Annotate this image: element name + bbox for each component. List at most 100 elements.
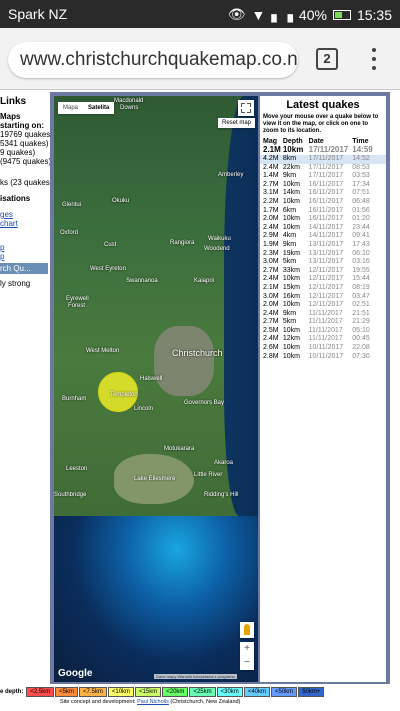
map-label: Templeton: [110, 392, 138, 398]
quake-time: 07:51: [352, 189, 370, 197]
legend-items: <2.5km <5km <7.5km <10km <15km <20km <25km <30k…: [26, 687, 325, 697]
quake-row[interactable]: 2.1M 10km 17/11/2017 14:59: [260, 145, 386, 155]
sidebar-line: (9475 quakes): [0, 157, 50, 166]
map-label: Rangiora: [170, 240, 195, 246]
quake-row[interactable]: 2.8M 10km 10/11/2017 07:30: [260, 353, 386, 362]
map-label: Eyrewell: [66, 296, 89, 302]
quake-mag: 3.0M: [263, 292, 279, 300]
quake-date: 10/11/2017: [308, 344, 344, 352]
google-logo: Google: [58, 668, 93, 679]
quake-depth: 10km: [282, 197, 300, 205]
legend-swatch: <5km: [55, 687, 79, 697]
quake-row[interactable]: 2.4M 9km 11/11/2017 21:51: [260, 310, 386, 319]
map-label: Glentui: [62, 202, 82, 208]
map-label: West Eyreton: [90, 266, 126, 272]
sidebar-line: 9 quakes): [0, 148, 36, 157]
quake-row[interactable]: 3.0M 5km 13/11/2017 03:16: [260, 258, 386, 267]
quake-row[interactable]: 2.7M 5km 11/11/2017 21:29: [260, 318, 386, 327]
quake-mag: 2.1M: [263, 283, 279, 291]
quake-time: 08:53: [352, 163, 370, 171]
quake-time: 14:52: [352, 155, 370, 162]
quake-row[interactable]: 2.6M 10km 10/11/2017 22:08: [260, 344, 386, 353]
tab-switcher-button[interactable]: 2: [316, 48, 338, 70]
quake-date: 12/11/2017: [308, 301, 344, 309]
legend-swatch: <25km: [189, 687, 216, 697]
map-label: Lake Ellesmere: [134, 476, 176, 482]
quake-time: 07:30: [352, 352, 370, 360]
quake-row[interactable]: 3.0M 16km 12/11/2017 03:47: [260, 293, 386, 302]
quake-mag: 2.3M: [263, 249, 279, 257]
sidebar-line[interactable]: ges: [0, 210, 13, 219]
zoom-out-button[interactable]: −: [240, 656, 254, 670]
legend-swatch: <30km: [216, 687, 243, 697]
map-label: West Melton: [86, 348, 120, 354]
legend-swatch: <10km: [107, 687, 135, 697]
map-label: Amberley: [218, 172, 244, 178]
menu-dots-icon[interactable]: [368, 46, 380, 72]
quake-mag: 3.1M: [263, 189, 279, 197]
quake-mag: 3.0M: [263, 258, 279, 266]
quake-row[interactable]: 1.4M 9km 17/11/2017 03:53: [260, 172, 386, 181]
quake-time: 21:51: [352, 309, 370, 317]
quake-time: 23:44: [352, 223, 370, 231]
quake-mag: 2.5M: [263, 326, 279, 334]
quake-time: 06:48: [352, 197, 370, 205]
quake-row[interactable]: 2.0M 10km 16/11/2017 01:20: [260, 215, 386, 224]
quake-row[interactable]: 2.4M 22km 17/11/2017 08:53: [260, 164, 386, 173]
quake-row[interactable]: 2.1M 15km 12/11/2017 08:19: [260, 284, 386, 293]
map-sea-south: [54, 516, 258, 682]
credit-author-link[interactable]: Paul Nicholls: [137, 699, 169, 705]
quake-row[interactable]: 2.2M 10km 16/11/2017 06:48: [260, 198, 386, 207]
quake-mag: 2.2M: [263, 197, 279, 205]
pegman-icon[interactable]: [240, 622, 254, 638]
quake-map[interactable]: Macdonald Downs Amberley Glentui Okuku O…: [54, 96, 258, 682]
quake-row[interactable]: 2.0M 10km 12/11/2017 02:51: [260, 301, 386, 310]
quake-depth: 10km: [282, 180, 300, 188]
header-date: Date: [308, 138, 324, 145]
quake-time: 06:10: [352, 249, 370, 257]
quake-time: 17:43: [352, 240, 370, 248]
quake-row[interactable]: 1.9M 9km 13/11/2017 17:43: [260, 241, 386, 250]
sidebar-line[interactable]: p: [0, 252, 4, 261]
quake-row[interactable]: 2.3M 19km 13/11/2017 06:10: [260, 250, 386, 259]
quake-mag: 4.2M: [263, 155, 279, 162]
quake-depth: 33km: [282, 266, 300, 274]
zoom-in-button[interactable]: +: [240, 642, 254, 656]
quake-row[interactable]: 2.4M 12km 11/11/2017 00:45: [260, 335, 386, 344]
quake-date: 12/11/2017: [308, 266, 344, 274]
quake-date: 17/11/2017: [308, 163, 344, 171]
reset-map-button[interactable]: Reset map: [218, 118, 256, 128]
quake-row[interactable]: 2.7M 10km 16/11/2017 17:34: [260, 181, 386, 190]
sidebar-line[interactable]: rch Qu...: [0, 263, 48, 274]
map-type-satellite-button[interactable]: Satelita: [83, 102, 114, 114]
quake-row[interactable]: 2.9M 4km 14/11/2017 09:41: [260, 232, 386, 241]
quake-mag: 2.4M: [263, 309, 279, 317]
sidebar-line[interactable]: chart: [0, 219, 18, 228]
quake-row[interactable]: 3.1M 14km 16/11/2017 07:51: [260, 189, 386, 198]
map-label: Little River: [194, 472, 223, 478]
quake-mag: 1.4M: [263, 172, 279, 180]
quake-time: 08:19: [352, 283, 370, 291]
map-type-map-button[interactable]: Mapa: [58, 102, 83, 114]
quake-row[interactable]: 4.2M 8km 17/11/2017 14:52: [260, 155, 386, 164]
sidebar-line[interactable]: p: [0, 243, 4, 252]
map-label: Governors Bay: [184, 400, 225, 406]
quake-row[interactable]: 2.4M 10km 12/11/2017 15:44: [260, 275, 386, 284]
quake-depth: 6km: [282, 206, 297, 214]
quake-row[interactable]: 1.7M 6km 16/11/2017 01:56: [260, 207, 386, 216]
quake-date: 10/11/2017: [308, 352, 344, 360]
quake-mag: 2.1M: [263, 145, 281, 154]
quake-mag: 2.0M: [263, 215, 279, 223]
status-bar: Spark NZ 👁 ▼ ▖▗ 40% 15:35: [0, 0, 400, 28]
url-bar[interactable]: www.christchurchquakemap.co.nz: [8, 42, 298, 78]
quake-row[interactable]: 2.5M 10km 11/11/2017 05:10: [260, 327, 386, 336]
map-attribution[interactable]: Dane mapy Warunki korzystania z programu: [154, 674, 237, 679]
quake-date: 17/11/2017: [308, 155, 344, 162]
quake-date: 16/11/2017: [308, 180, 344, 188]
quake-mag: 2.4M: [263, 335, 279, 343]
sidebar-line: Links: [0, 96, 27, 107]
fullscreen-icon[interactable]: [238, 100, 254, 116]
legend-swatch: 50km+: [298, 687, 325, 697]
quake-row[interactable]: 2.4M 10km 14/11/2017 23:44: [260, 224, 386, 233]
quake-row[interactable]: 2.7M 33km 12/11/2017 19:55: [260, 267, 386, 276]
